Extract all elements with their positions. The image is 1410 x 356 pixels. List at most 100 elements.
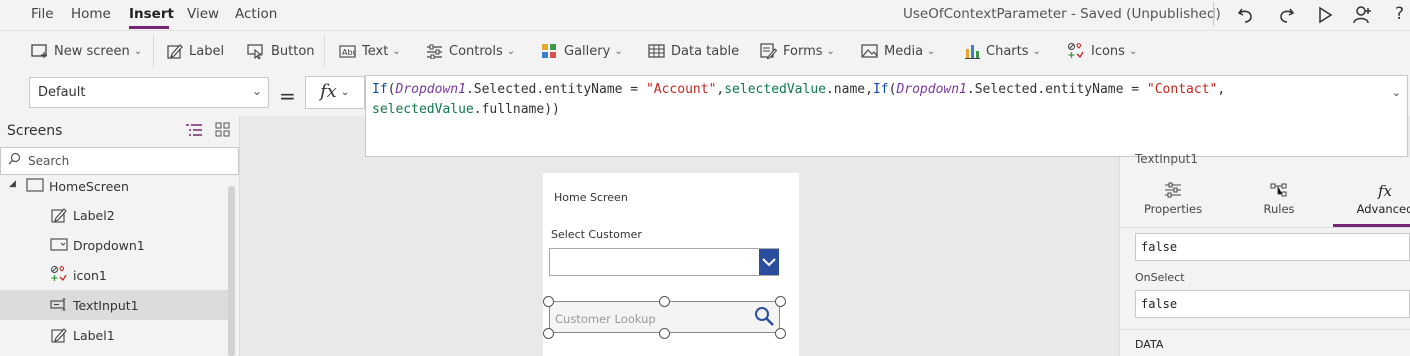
forms-icon [760,43,777,59]
insert-button-button[interactable]: Button [247,41,315,61]
label-edit-icon [51,208,67,223]
menu-view[interactable]: View [187,6,219,22]
icons-label: Icons [1091,43,1125,59]
thumbnail-view-icon[interactable] [215,122,230,137]
text-label: Text [362,43,389,59]
menu-home[interactable]: Home [71,6,111,22]
forms-menu-button[interactable]: Forms ⌄ [760,41,835,61]
svg-text:Abc: Abc [342,48,356,57]
gallery-icon [542,43,556,58]
bar-chart-icon [965,45,980,59]
resize-handle[interactable] [775,296,786,307]
tree-item-textinput1[interactable]: TextInput1 [0,290,228,320]
redo-icon[interactable] [1275,4,1297,26]
onselect-value-field[interactable]: false [1135,290,1410,318]
text-menu-button[interactable]: Abc Text ⌄ [339,41,401,61]
forms-label: Forms [783,43,823,59]
screens-header: Screens [7,123,63,139]
text-input-icon [50,298,66,311]
function-button[interactable]: fx ⌄ [305,76,365,109]
formula-line-2: selectedValue.fullname)) [372,102,560,117]
customer-dropdown[interactable] [549,248,779,276]
new-screen-icon [31,44,47,58]
active-menu-underline [129,26,169,29]
tree-item-icon1[interactable]: icon1 [0,260,228,290]
tree-item-label: HomeScreen [49,179,129,194]
property-dropdown[interactable]: Default ⌄ [29,77,269,108]
chevron-down-icon [762,258,776,267]
tab-rules[interactable]: Rules [1234,182,1324,216]
dropdown-control-icon [50,238,68,251]
text-icon: Abc [339,44,356,58]
selected-control-name: TextInput1 [1135,152,1198,166]
button-pointer-icon [247,44,263,59]
dropdown-button[interactable] [759,249,779,275]
tab-label: Properties [1143,202,1203,216]
label-label: Label [189,43,225,59]
chevron-down-icon: ⌄ [1128,45,1138,57]
chevron-down-icon: ⌄ [392,45,401,57]
data-section-header: DATA [1135,338,1164,351]
tree-scrollbar[interactable] [228,186,235,356]
chevron-down-icon: ⌄ [340,87,350,98]
media-menu-button[interactable]: Media ⌄ [861,41,935,61]
properties-sliders-icon [1165,182,1181,198]
share-user-icon[interactable] [1351,4,1373,26]
charts-menu-button[interactable]: Charts ⌄ [964,41,1041,61]
home-screen-label[interactable]: Home Screen [554,191,628,204]
tree-item-label1[interactable]: Label1 [0,320,228,350]
tab-label: Advanced [1356,202,1410,216]
resize-handle[interactable] [659,296,670,307]
tree-item-dropdown1[interactable]: Dropdown1 [0,230,228,260]
resize-handle[interactable] [543,296,554,307]
tree-item-homescreen[interactable]: ◢ HomeScreen [0,173,228,199]
tree-item-label: Label1 [73,328,115,343]
icons-set-icon [1068,43,1084,59]
controls-menu-button[interactable]: Controls ⌄ [426,41,515,61]
data-table-button[interactable]: Data table [648,41,739,61]
tab-advanced[interactable]: fx Advanced [1340,182,1410,216]
select-customer-label[interactable]: Select Customer [551,228,642,241]
tree-item-label2[interactable]: Label2 [0,200,228,230]
chevron-down-icon: ⌄ [1032,45,1041,57]
tree-view-icon[interactable] [185,123,203,137]
undo-icon[interactable] [1235,4,1257,26]
gallery-menu-button[interactable]: Gallery ⌄ [541,41,623,61]
fx-icon: fx [1377,182,1392,200]
formula-editor[interactable]: If(Dropdown1.Selected.entityName = "Acco… [365,75,1408,157]
insert-label-button[interactable]: Label [167,41,224,61]
new-screen-button[interactable]: New screen ⌄ [31,41,142,61]
resize-handle[interactable] [775,328,786,339]
help-icon[interactable]: ? [1395,4,1404,24]
chevron-down-icon: ⌄ [614,45,623,57]
resize-handle[interactable] [659,328,670,339]
resize-handle[interactable] [543,328,554,339]
chevron-down-icon: ⌄ [927,45,936,57]
tab-properties[interactable]: Properties [1128,182,1218,216]
expand-formula-chevron-icon[interactable]: ⌄ [1392,83,1401,103]
chevron-down-icon: ⌄ [133,45,143,57]
collapse-triangle-icon[interactable]: ◢ [9,179,16,189]
menu-file[interactable]: File [31,6,54,22]
ribbon-separator [324,34,325,68]
menu-action[interactable]: Action [235,6,277,22]
label-edit-icon [167,44,183,59]
screen-icon [26,178,44,192]
tree-item-label: TextInput1 [73,298,139,313]
chevron-down-icon: ⌄ [506,45,516,57]
tab-divider [1120,227,1410,228]
search-icon[interactable] [754,306,776,328]
icons-menu-button[interactable]: Icons ⌄ [1067,41,1137,61]
tree-item-label: icon1 [73,268,107,283]
equals-sign: = [279,84,296,108]
tree-item-label: Label2 [73,208,115,223]
document-title: UseOfContextParameter - Saved (Unpublish… [903,6,1221,22]
play-icon[interactable] [1314,4,1336,26]
tree-search-input[interactable]: Search [0,147,239,175]
button-label: Button [271,43,315,59]
section-divider [1120,329,1410,330]
label-edit-icon [51,328,67,343]
menu-insert[interactable]: Insert [129,6,174,22]
ribbon-separator [153,34,154,68]
property-value-field[interactable]: false [1135,233,1410,261]
